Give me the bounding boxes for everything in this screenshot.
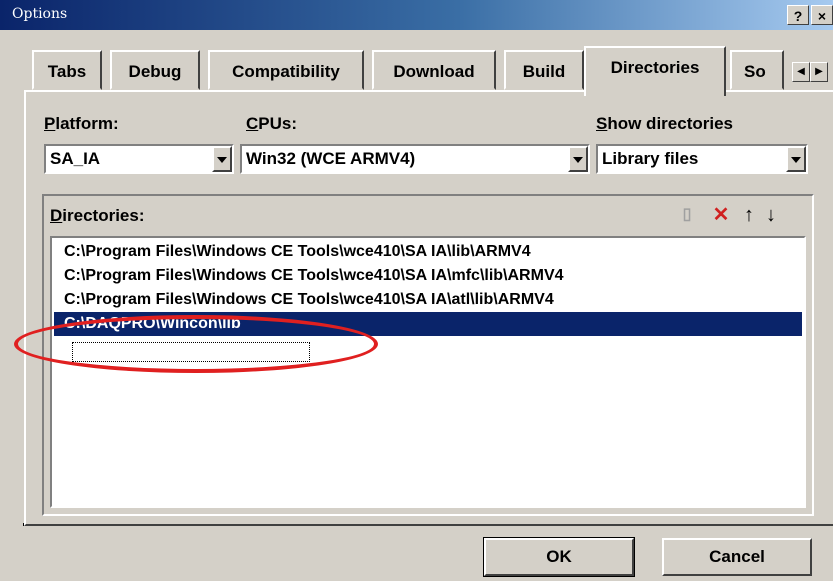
tab-download[interactable]: Download <box>372 50 496 90</box>
options-dialog: Options ? × Tabs Debug Compatibility Dow… <box>0 0 833 581</box>
window-title: Options <box>12 6 68 22</box>
title-bar[interactable]: Options ? × <box>0 0 833 30</box>
tab-build[interactable]: Build <box>504 50 584 90</box>
cancel-button[interactable]: Cancel <box>662 538 812 576</box>
tab-panel <box>24 90 833 526</box>
tab-tabs[interactable]: Tabs <box>32 50 102 90</box>
tab-scroll-right[interactable]: ▶ <box>810 62 828 82</box>
tab-scroll-left[interactable]: ◀ <box>792 62 810 82</box>
tab-compatibility[interactable]: Compatibility <box>208 50 364 90</box>
close-button[interactable]: × <box>811 5 833 25</box>
help-button[interactable]: ? <box>787 5 809 25</box>
ok-button[interactable]: OK <box>483 537 635 577</box>
tab-source-files[interactable]: So <box>730 50 784 90</box>
tab-debug[interactable]: Debug <box>110 50 200 90</box>
tab-directories[interactable]: Directories <box>584 46 726 96</box>
